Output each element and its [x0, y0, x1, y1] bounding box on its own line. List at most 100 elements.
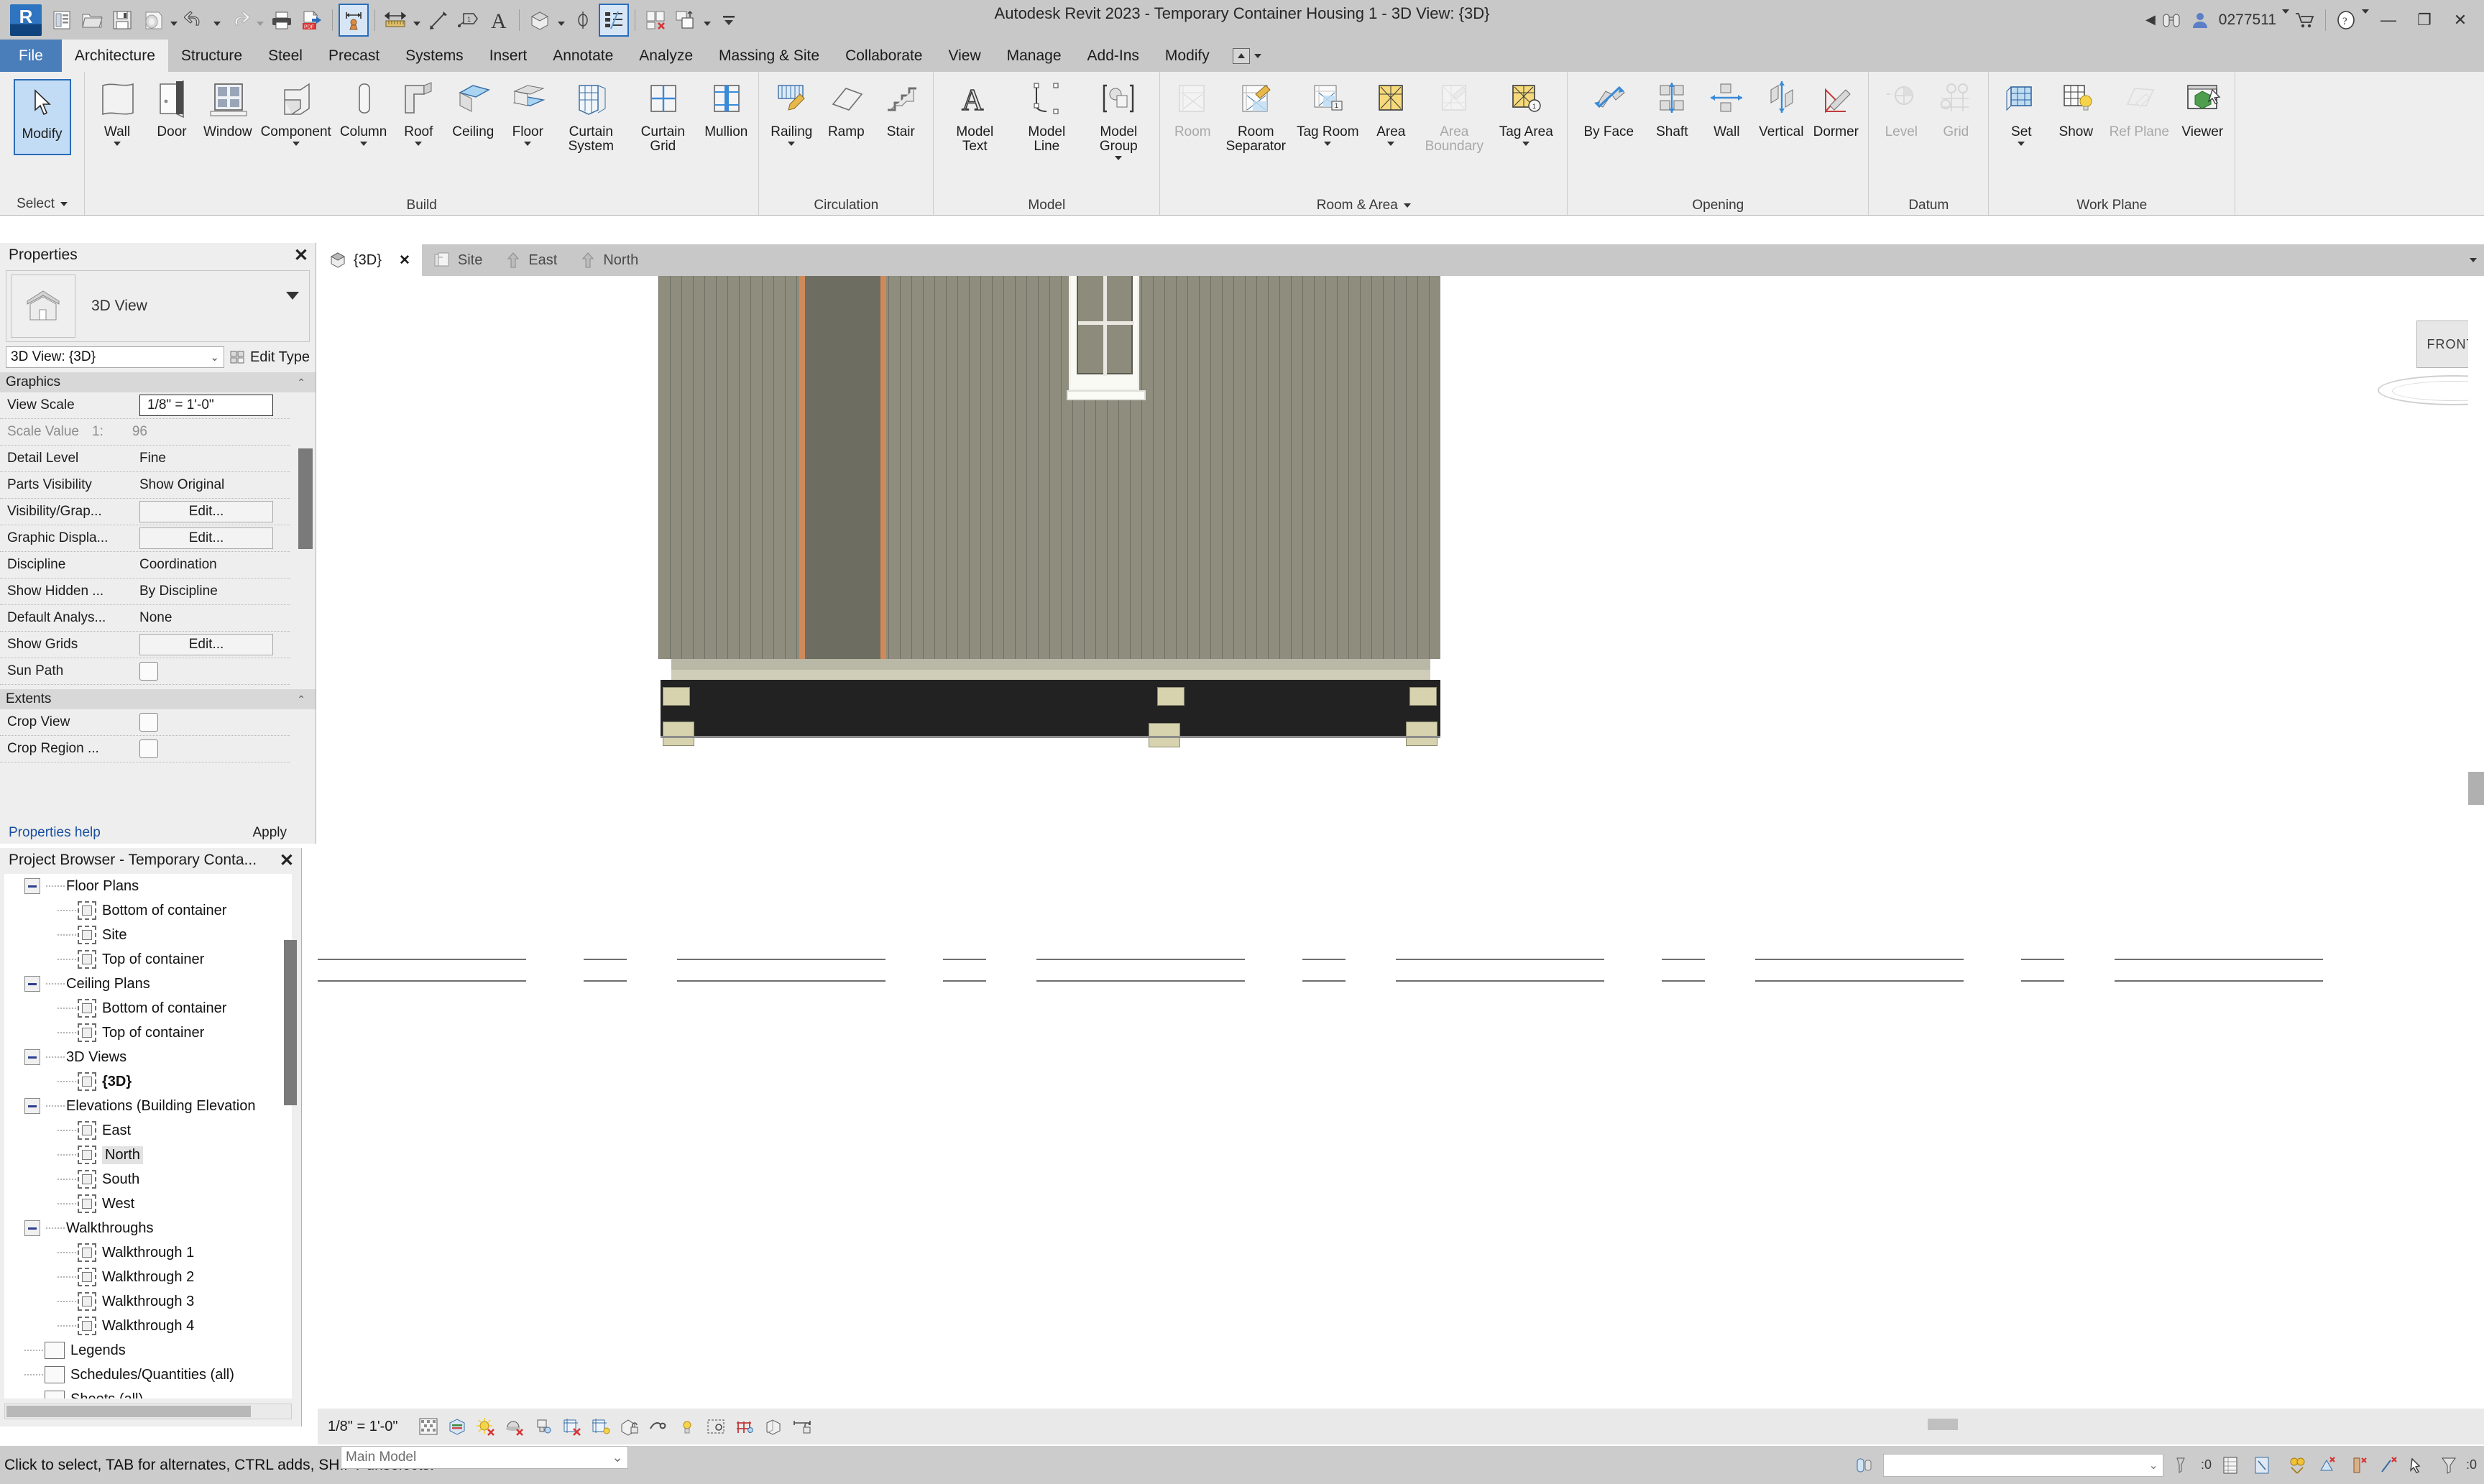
properties-group-graphics[interactable]: Graphics ⌃: [0, 372, 316, 392]
property-value[interactable]: Edit...: [135, 501, 290, 522]
project-browser-item-site[interactable]: Site: [4, 923, 292, 947]
ribbon-button-stair[interactable]: Stair: [874, 76, 927, 139]
properties-group-collapse-icon[interactable]: ⌃: [297, 377, 305, 389]
temporary-view-properties-icon[interactable]: [702, 1412, 730, 1441]
ribbon-button-ceiling[interactable]: Ceiling: [446, 76, 500, 139]
reveal-constraints-icon[interactable]: [788, 1412, 816, 1441]
view-control-bar-drag-handle[interactable]: [1928, 1419, 1958, 1430]
modify-button[interactable]: Modify: [13, 79, 71, 155]
unlock-3d-view-icon[interactable]: [615, 1412, 644, 1441]
ribbon-button-railing[interactable]: Railing: [765, 76, 818, 146]
design-options-icon[interactable]: [1852, 1453, 1877, 1478]
ribbon-button-tag-area[interactable]: 1 Tag Area: [1491, 76, 1561, 146]
view-scale-label[interactable]: 1/8" = 1'-0": [328, 1419, 398, 1435]
user-dropdown-icon[interactable]: [2282, 9, 2289, 27]
redo-dropdown-icon[interactable]: [254, 4, 266, 36]
property-edit-button[interactable]: Edit...: [139, 634, 273, 655]
project-browser-item-walkthrough-2[interactable]: Walkthrough 2: [4, 1265, 292, 1289]
ribbon-button-viewer[interactable]: Viewer: [2176, 76, 2229, 139]
type-selector-dropdown-icon[interactable]: [286, 292, 305, 313]
ribbon-button-dropdown-icon[interactable]: [1115, 155, 1123, 160]
synchronize-icon[interactable]: [2315, 1453, 2341, 1478]
ribbon-tab-manage[interactable]: Manage: [994, 40, 1075, 72]
close-button[interactable]: ✕: [2444, 4, 2477, 37]
design-options-chevron-down-icon[interactable]: ⌄: [2149, 1458, 2158, 1473]
select-panel-dropdown-icon[interactable]: [60, 202, 68, 206]
project-browser-item-top-of-container[interactable]: Top of container: [4, 947, 292, 972]
aligned-dimension-icon[interactable]: [381, 4, 410, 36]
ribbon-tab-structure[interactable]: Structure: [168, 40, 255, 72]
ribbon-button-floor[interactable]: Floor: [501, 76, 554, 146]
ribbon-button-dropdown-icon[interactable]: [1324, 141, 1332, 146]
thin-lines-icon[interactable]: [599, 3, 629, 37]
project-browser-close-icon[interactable]: ✕: [280, 850, 294, 871]
constraints-icon[interactable]: [759, 1412, 788, 1441]
ribbon-button-mullion[interactable]: Mullion: [699, 76, 753, 139]
project-browser-scrollbar[interactable]: [284, 940, 297, 1386]
ribbon-button-column[interactable]: Column: [336, 76, 390, 146]
property-edit-button[interactable]: Edit...: [139, 527, 273, 549]
editable-only-icon[interactable]: [2249, 1453, 2275, 1478]
ribbon-button-component[interactable]: Component: [257, 76, 335, 146]
property-value[interactable]: Show Original: [135, 477, 290, 493]
properties-help-link[interactable]: Properties help: [9, 825, 101, 841]
property-value[interactable]: Coordination: [135, 557, 290, 573]
text-icon[interactable]: A: [484, 4, 513, 36]
ribbon-button-vertical[interactable]: Vertical: [1754, 76, 1808, 139]
project-browser-item-east[interactable]: East: [4, 1118, 292, 1143]
ribbon-button-dropdown-icon[interactable]: [1522, 141, 1530, 146]
ribbon-button-curtain-system[interactable]: Curtain System: [556, 76, 626, 154]
save-as-icon[interactable]: [138, 4, 167, 36]
properties-group-extents[interactable]: Extents ⌃: [0, 689, 316, 709]
design-options-combo[interactable]: ⌄: [1882, 1453, 2163, 1477]
rendering-dialog-icon[interactable]: [529, 1412, 558, 1441]
ribbon-panel-title-dropdown-icon[interactable]: [1403, 203, 1411, 208]
ribbon-button-area[interactable]: Area: [1364, 76, 1417, 146]
help-icon[interactable]: ?: [2333, 8, 2359, 32]
ribbon-button-dropdown-icon[interactable]: [415, 141, 423, 146]
property-value[interactable]: None: [135, 610, 290, 626]
ribbon-tab-massing-site[interactable]: Massing & Site: [706, 40, 832, 72]
ribbon-collapse-control[interactable]: [1223, 40, 1271, 72]
relinquish-icon[interactable]: [2375, 1453, 2401, 1478]
ribbon-button-door[interactable]: Door: [145, 76, 198, 139]
view-tabs-overflow-icon[interactable]: [2470, 258, 2477, 262]
reload-latest-icon[interactable]: [2345, 1453, 2371, 1478]
ribbon-tab-precast[interactable]: Precast: [316, 40, 392, 72]
save-as-dropdown-icon[interactable]: [168, 4, 180, 36]
view-tab-site[interactable]: Site: [422, 244, 494, 276]
aligned-dimension-dropdown-icon[interactable]: [411, 4, 423, 36]
default-3d-view-icon[interactable]: [525, 4, 554, 36]
project-browser-item-floor-plans[interactable]: Floor Plans: [4, 874, 292, 898]
project-browser-item-schedules-quantities-all-[interactable]: Schedules/Quantities (all): [4, 1363, 292, 1387]
ribbon-tab-steel[interactable]: Steel: [255, 40, 316, 72]
autodesk-store-cart-icon[interactable]: [2292, 8, 2318, 32]
project-browser-scrollbar-thumb[interactable]: [284, 940, 297, 1105]
ribbon-tab-architecture[interactable]: Architecture: [61, 40, 168, 72]
tree-expander-icon[interactable]: [24, 878, 40, 894]
open-icon[interactable]: [78, 4, 106, 36]
project-browser-item-walkthroughs[interactable]: Walkthroughs: [4, 1216, 292, 1240]
project-browser-item-top-of-container[interactable]: Top of container: [4, 1020, 292, 1045]
view-tab-east[interactable]: East: [494, 244, 569, 276]
user-account-icon[interactable]: [2187, 8, 2213, 32]
ribbon-button-curtain-grid[interactable]: Curtain Grid: [627, 76, 698, 154]
shadows-icon[interactable]: [500, 1412, 529, 1441]
project-browser-hscrollbar-thumb[interactable]: [6, 1406, 251, 1417]
canvas-vertical-scrollbar[interactable]: [2468, 276, 2484, 1419]
measure-between-icon[interactable]: [339, 3, 369, 37]
project-browser-item-north[interactable]: North: [4, 1143, 292, 1167]
property-value-field[interactable]: 1/8" = 1'-0": [139, 395, 273, 416]
property-checkbox[interactable]: [139, 662, 158, 681]
ribbon-button-room-separator[interactable]: Room Separator: [1220, 76, 1291, 154]
ribbon-button-set[interactable]: Set: [1995, 76, 2048, 146]
type-selector[interactable]: 3D View: [6, 270, 310, 342]
show-crop-region-icon[interactable]: [586, 1412, 615, 1441]
property-value[interactable]: Edit...: [135, 634, 290, 655]
ribbon-tab-systems[interactable]: Systems: [392, 40, 477, 72]
properties-scrollbar[interactable]: [298, 448, 313, 635]
worksets-icon[interactable]: [2217, 1453, 2243, 1478]
view-tabs-overflow[interactable]: [2470, 244, 2484, 276]
project-browser-item-bottom-of-container[interactable]: Bottom of container: [4, 898, 292, 923]
sun-path-icon[interactable]: [472, 1412, 500, 1441]
